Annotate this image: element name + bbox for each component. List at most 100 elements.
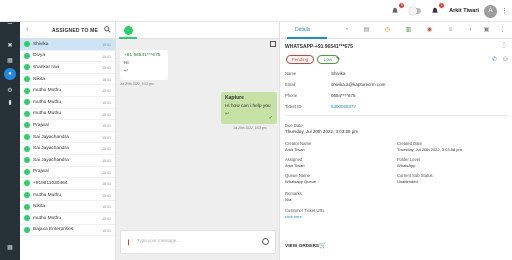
folder-level-value: WhatsApp — [397, 163, 416, 168]
conversation-item[interactable]: muthu Muthu 15:01 — [20, 97, 115, 109]
history-icon[interactable]: ◔ — [343, 26, 350, 33]
avatar[interactable]: A — [484, 4, 497, 18]
incoming-message: +91 96541***675 Hi ↩ — [120, 50, 168, 80]
assigned-label: Assigned — [285, 157, 303, 162]
conversation-name: Sai Jayachandra — [33, 157, 69, 163]
more-options-icon[interactable]: ⋮ — [501, 42, 507, 49]
notes-icon[interactable]: ▥ — [405, 26, 412, 33]
chat-nav-icon[interactable]: ● — [4, 68, 16, 80]
conversation-name: Prajwal — [33, 169, 49, 175]
conversation-item[interactable]: Nikita 15:01 — [20, 201, 115, 213]
conversation-item[interactable]: Nikita 15:01 — [20, 74, 115, 86]
remarks-label: Remarks — [285, 191, 302, 196]
alert-icon[interactable]: ◉ — [426, 26, 433, 33]
conversation-item[interactable]: Sai Jayachandra 15:01 — [20, 132, 115, 144]
delivered-check-icon: ✓ — [268, 115, 273, 121]
sub-status-value: Unattended — [397, 179, 418, 184]
conversation-item[interactable]: shankar ravi 15:01 — [20, 62, 115, 74]
reply-icon[interactable]: ↩ — [124, 68, 164, 74]
whatsapp-icon — [24, 168, 30, 175]
whatsapp-icon[interactable] — [124, 26, 133, 35]
more-options-icon[interactable]: ⋮ — [501, 7, 508, 15]
ticket-id-link[interactable]: 5300058377 — [331, 104, 356, 109]
reply-icon[interactable]: ↩ — [225, 111, 273, 117]
search-icon[interactable] — [104, 26, 111, 35]
cart-icon[interactable]: 🛒 — [319, 242, 326, 249]
conversation-item[interactable]: Sai Jayachandra 15:01 — [20, 143, 115, 155]
conversation-item[interactable]: Prajwal 15:01 — [20, 120, 115, 132]
conversation-time: 15:01 — [102, 54, 111, 59]
conversation-time: 15:01 — [102, 170, 111, 175]
tab-details[interactable]: Details — [295, 27, 310, 33]
apps-icon[interactable]: ▦ — [5, 243, 15, 251]
more-tabs-icon[interactable]: ⋮ — [499, 26, 506, 33]
status-badge[interactable]: Pending — [286, 55, 314, 64]
whatsapp-icon — [24, 64, 30, 71]
user-name[interactable]: Arkit Tiwari — [449, 8, 479, 14]
conversation-time: 15:01 — [102, 182, 111, 187]
conversation-item[interactable]: muthu Muthu 15:01 — [20, 190, 115, 202]
conversation-item[interactable]: Shivika 15:01 — [20, 39, 115, 51]
conversation-item[interactable]: muthu Muthu 15:01 — [20, 213, 115, 225]
stats-icon[interactable]: ▮ — [5, 98, 15, 106]
message-sender: +91 96541***675 — [124, 53, 161, 58]
grid-icon[interactable]: ▦ — [5, 56, 15, 64]
conversation-time: 15:01 — [102, 158, 111, 163]
incoming-timestamp: Jul 20th 2022, 3:03 pm — [120, 82, 154, 86]
conversation-item[interactable]: +919811030464 15:01 — [20, 178, 115, 190]
notification-bell-icon[interactable]: 5 — [390, 3, 405, 16]
conversation-time: 15:01 — [102, 124, 111, 129]
emoji-icon[interactable] — [262, 238, 269, 245]
conversation-time: 15:01 — [102, 100, 111, 105]
settings-icon[interactable]: ⚙ — [5, 86, 15, 94]
attachment-icon[interactable]: ❙ — [126, 239, 131, 246]
active-channel-indicator — [119, 37, 137, 39]
chat-header — [116, 22, 279, 39]
section-divider — [285, 115, 507, 116]
edit-icon[interactable]: ✎ — [336, 56, 340, 62]
whatsapp-icon — [24, 41, 30, 48]
document-icon[interactable]: ▤ — [363, 26, 370, 33]
conversation-name: Divya — [33, 53, 45, 59]
conversation-item[interactable]: Bajaxa Enterprises 15:01 — [20, 225, 115, 237]
whatsapp-icon — [24, 52, 30, 59]
alert-bell-icon[interactable]: 1 — [430, 3, 445, 16]
conversation-time: 15:01 — [102, 216, 111, 221]
conversation-item[interactable]: Divya 15:01 — [20, 51, 115, 63]
conversation-time: 15:01 — [102, 135, 111, 140]
conversation-item[interactable]: Prajwal 15:01 — [20, 167, 115, 179]
whatsapp-icon — [24, 87, 30, 94]
conversation-item[interactable]: muthu Muthu 15:01 — [20, 85, 115, 97]
left-navigation: ☰ ✖ ▦ ● ⚙ ▮ ▦ — [0, 0, 20, 260]
person-add-icon[interactable]: ⚇ — [503, 56, 508, 63]
alert-badge: 1 — [439, 3, 445, 8]
whatsapp-icon — [24, 134, 30, 141]
next-tab-icon[interactable]: › — [467, 26, 474, 33]
conversation-time: 15:01 — [102, 89, 111, 94]
back-icon[interactable]: ‹ — [26, 26, 28, 33]
conversation-item[interactable]: muthu Muthu 15:01 — [20, 109, 115, 121]
notification-badge: 5 — [399, 3, 405, 8]
conversation-time: 15:01 — [102, 193, 111, 198]
name-value: Shivika — [331, 71, 346, 76]
expand-icon[interactable] — [270, 41, 276, 47]
queue-name-value: Whatsapp Queue — [285, 179, 317, 184]
view-orders-button[interactable]: VIEW ORDERS — [285, 244, 319, 249]
close-icon[interactable]: ✖ — [5, 41, 15, 49]
whatsapp-icon — [24, 203, 30, 210]
conversation-time: 15:01 — [102, 205, 111, 210]
message-input[interactable]: ❙ Type your message... — [120, 230, 276, 254]
active-tab-indicator — [287, 37, 327, 39]
conversation-item[interactable]: Sai Jayachandra 15:01 — [20, 155, 115, 167]
conversation-name: Shivika — [33, 41, 49, 47]
whatsapp-icon — [24, 180, 30, 187]
conversation-time: 15:01 — [102, 147, 111, 152]
conversation-name: Nikita — [33, 204, 45, 210]
clock-icon[interactable]: ◷ — [384, 26, 391, 33]
customer-url-link[interactable]: click here — [285, 214, 302, 219]
created-date-value: Thursday, Jul 20th 2022, 3:03:58 pm — [397, 147, 462, 152]
phone-icon[interactable]: ✆ — [492, 56, 497, 63]
folder-icon[interactable]: ▣ — [483, 26, 490, 33]
availability-toggle[interactable] — [409, 7, 422, 15]
list-icon[interactable]: ≡ — [447, 26, 454, 33]
